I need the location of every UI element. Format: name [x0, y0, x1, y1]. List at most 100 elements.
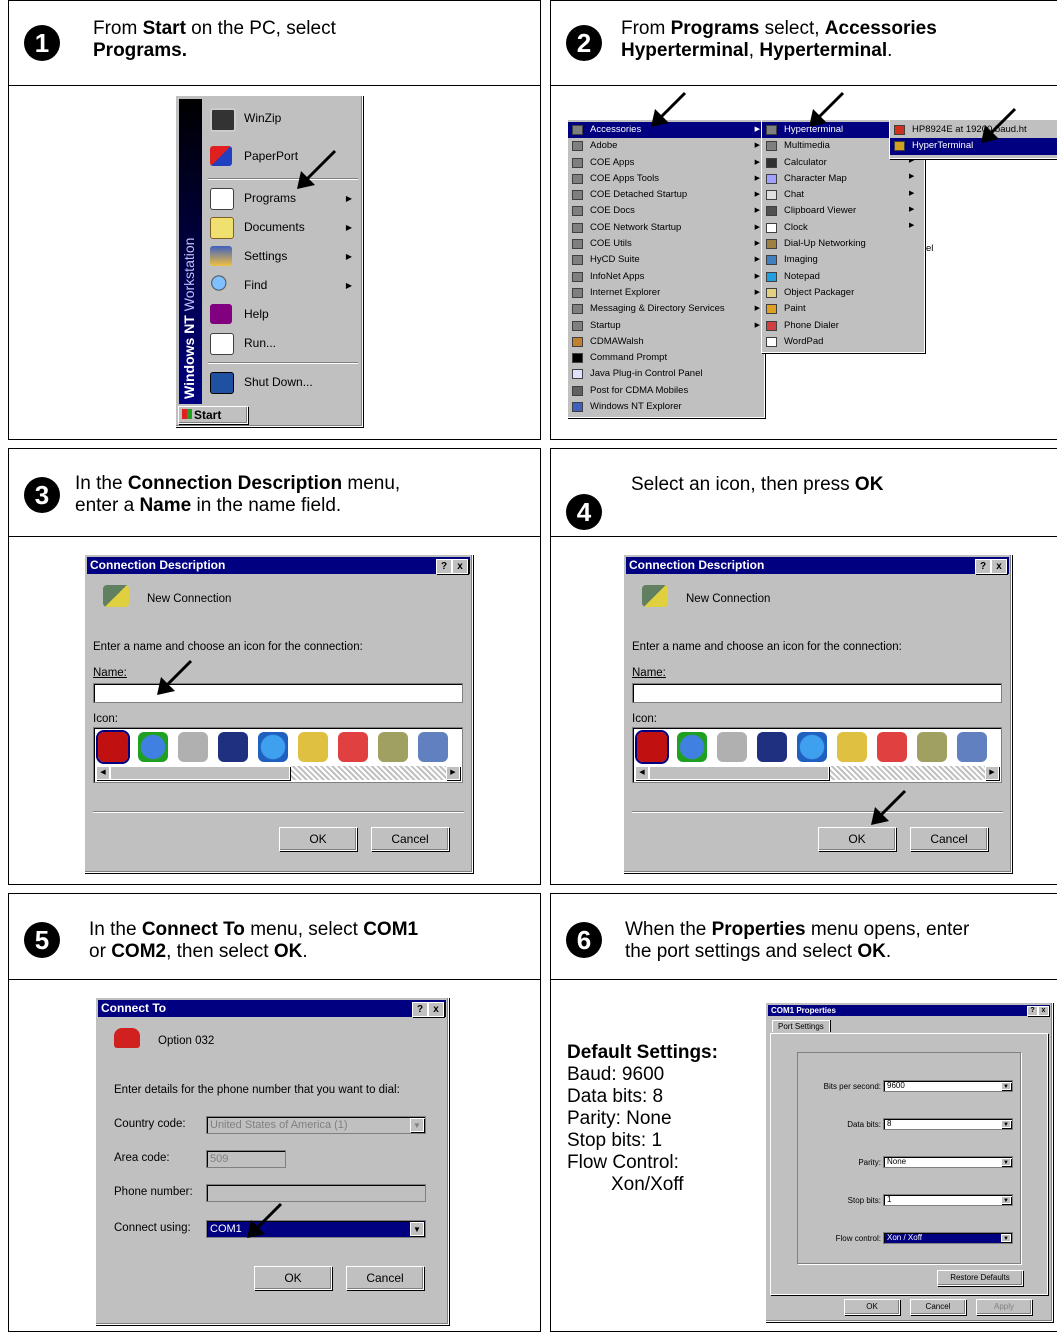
- start-item-paperport[interactable]: PaperPort: [206, 142, 358, 171]
- icon-picker[interactable]: ◀ ▶: [93, 727, 463, 783]
- dropdown-arrow-icon[interactable]: ▼: [410, 1222, 424, 1236]
- menu-item[interactable]: Accessories ▶: [568, 122, 764, 139]
- menu-item[interactable]: Object Packager: [762, 285, 924, 301]
- scroll-right-icon[interactable]: ▶: [446, 766, 460, 780]
- menu-item[interactable]: COE Apps ▶: [568, 155, 764, 171]
- mailbox-icon[interactable]: [917, 732, 947, 762]
- document-icon[interactable]: [298, 732, 328, 762]
- menu-item[interactable]: COE Detached Startup ▶: [568, 187, 764, 203]
- ok-button[interactable]: OK: [279, 827, 357, 851]
- globe-icon[interactable]: [677, 732, 707, 762]
- dropdown-arrow-icon[interactable]: ▼: [1001, 1120, 1011, 1128]
- country-code-select[interactable]: United States of America (1) ▼: [206, 1116, 426, 1134]
- menu-item[interactable]: HyperTerminal: [890, 138, 1057, 155]
- menu-item[interactable]: Dial-Up Networking: [762, 236, 924, 252]
- start-item-find[interactable]: Find ▶: [206, 271, 358, 300]
- phone-icon[interactable]: [635, 730, 669, 764]
- cancel-button[interactable]: Cancel: [371, 827, 449, 851]
- dropdown-arrow-icon[interactable]: ▼: [1001, 1082, 1011, 1090]
- phone-icon[interactable]: [96, 730, 130, 764]
- dropdown-arrow-icon[interactable]: ▼: [410, 1118, 424, 1132]
- modem-icon[interactable]: [717, 732, 747, 762]
- flow-control-select[interactable]: Xon / Xoff ▼: [883, 1232, 1013, 1244]
- start-item-help[interactable]: Help: [206, 300, 358, 329]
- bits-select[interactable]: 9600 ▼: [883, 1080, 1013, 1092]
- menu-item[interactable]: Notepad: [762, 269, 924, 285]
- start-item-shutdown[interactable]: Shut Down...: [206, 368, 358, 397]
- cancel-button[interactable]: Cancel: [346, 1266, 424, 1290]
- start-item-programs[interactable]: Programs ▶: [206, 184, 358, 213]
- phone-number-field[interactable]: [206, 1184, 426, 1202]
- stop-bits-select[interactable]: 1 ▼: [883, 1194, 1013, 1206]
- menu-item[interactable]: WordPad: [762, 334, 924, 350]
- menu-item[interactable]: Adobe ▶: [568, 138, 764, 154]
- name-field[interactable]: [93, 683, 463, 703]
- menu-item[interactable]: CDMAWalsh: [568, 334, 764, 350]
- start-item-settings[interactable]: Settings ▶: [206, 242, 358, 271]
- book-icon[interactable]: [957, 732, 987, 762]
- close-button[interactable]: x: [1038, 1006, 1049, 1016]
- close-button[interactable]: x: [452, 559, 468, 574]
- menu-item[interactable]: Paint: [762, 301, 924, 317]
- world-icon[interactable]: [797, 732, 827, 762]
- menu-item[interactable]: Messaging & Directory Services ▶: [568, 301, 764, 317]
- start-item-run[interactable]: Run...: [206, 329, 358, 358]
- icon-scrollbar[interactable]: ◀ ▶: [96, 766, 460, 780]
- modem-icon[interactable]: [178, 732, 208, 762]
- document-icon[interactable]: [837, 732, 867, 762]
- connect-using-select[interactable]: COM1 ▼: [206, 1220, 426, 1238]
- dropdown-arrow-icon[interactable]: ▼: [1001, 1196, 1011, 1204]
- menu-item[interactable]: Imaging: [762, 252, 924, 268]
- menu-item[interactable]: Clipboard Viewer: [762, 203, 924, 219]
- mci-icon[interactable]: [218, 732, 248, 762]
- menu-item[interactable]: Phone Dialer: [762, 318, 924, 334]
- menu-item[interactable]: COE Network Startup ▶: [568, 220, 764, 236]
- ok-button[interactable]: OK: [818, 827, 896, 851]
- mailbox-icon[interactable]: [378, 732, 408, 762]
- scroll-left-icon[interactable]: ◀: [96, 766, 110, 780]
- menu-item[interactable]: COE Utils ▶: [568, 236, 764, 252]
- dropdown-arrow-icon[interactable]: ▼: [1001, 1234, 1011, 1242]
- scroll-left-icon[interactable]: ◀: [635, 766, 649, 780]
- menu-item[interactable]: Post for CDMA Mobiles: [568, 383, 764, 399]
- umbrella-icon[interactable]: [338, 732, 368, 762]
- menu-item[interactable]: COE Docs ▶: [568, 203, 764, 219]
- help-button[interactable]: ?: [412, 1002, 428, 1017]
- menu-item[interactable]: HyCD Suite ▶: [568, 252, 764, 268]
- tab-port-settings[interactable]: Port Settings: [772, 1020, 830, 1032]
- icon-picker[interactable]: ◀ ▶: [632, 727, 1002, 783]
- dropdown-arrow-icon[interactable]: ▼: [1001, 1158, 1011, 1166]
- menu-item[interactable]: Clock: [762, 220, 924, 236]
- start-item-winzip[interactable]: WinZip: [206, 104, 358, 133]
- menu-item[interactable]: Windows NT Explorer: [568, 399, 764, 415]
- start-button[interactable]: Start: [178, 406, 248, 424]
- world-icon[interactable]: [258, 732, 288, 762]
- scroll-thumb[interactable]: [649, 766, 829, 780]
- area-code-field[interactable]: 509: [206, 1150, 286, 1168]
- menu-item[interactable]: InfoNet Apps ▶: [568, 269, 764, 285]
- help-button[interactable]: ?: [1027, 1006, 1038, 1016]
- menu-item[interactable]: Internet Explorer ▶: [568, 285, 764, 301]
- icon-scrollbar[interactable]: ◀ ▶: [635, 766, 999, 780]
- cancel-button[interactable]: Cancel: [910, 827, 988, 851]
- menu-item[interactable]: Chat: [762, 187, 924, 203]
- name-field[interactable]: [632, 683, 1002, 703]
- scroll-right-icon[interactable]: ▶: [985, 766, 999, 780]
- data-bits-select[interactable]: 8 ▼: [883, 1118, 1013, 1130]
- mci-icon[interactable]: [757, 732, 787, 762]
- ok-button[interactable]: OK: [254, 1266, 332, 1290]
- cancel-button[interactable]: Cancel: [910, 1299, 966, 1315]
- ok-button[interactable]: OK: [844, 1299, 900, 1315]
- menu-item[interactable]: Command Prompt: [568, 350, 764, 366]
- help-button[interactable]: ?: [436, 559, 452, 574]
- help-button[interactable]: ?: [975, 559, 991, 574]
- close-button[interactable]: x: [428, 1002, 444, 1017]
- menu-item[interactable]: HP8924E at 19200 baud.ht: [890, 122, 1057, 138]
- menu-item[interactable]: Character Map: [762, 171, 924, 187]
- restore-defaults-button[interactable]: Restore Defaults: [937, 1270, 1023, 1286]
- menu-item[interactable]: Java Plug-in Control Panel: [568, 366, 764, 382]
- close-button[interactable]: x: [991, 559, 1007, 574]
- umbrella-icon[interactable]: [877, 732, 907, 762]
- globe-icon[interactable]: [138, 732, 168, 762]
- menu-item[interactable]: Startup ▶: [568, 318, 764, 334]
